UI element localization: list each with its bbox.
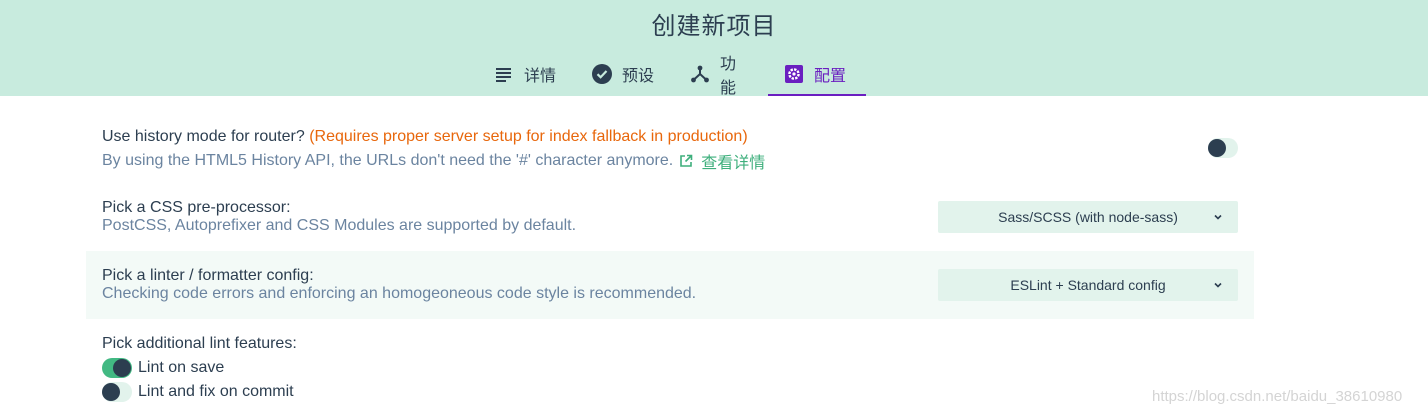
gear-icon (784, 64, 804, 84)
linter-selected-value: ESLint + Standard config (1010, 277, 1166, 293)
router-details-label: 查看详情 (701, 155, 766, 172)
router-description-line: By using the HTML5 History API, the URLs… (102, 149, 765, 173)
css-description: PostCSS, Autoprefixer and CSS Modules ar… (102, 217, 577, 234)
router-description: By using the HTML5 History API, the URLs… (102, 152, 674, 169)
check-circle-icon (592, 64, 612, 84)
toggle-knob (1208, 139, 1226, 157)
tab-features[interactable]: 功能 (674, 52, 768, 97)
lint-fix-on-commit-toggle[interactable] (102, 382, 132, 402)
tab-presets-label: 预设 (622, 66, 655, 85)
linter-option-row: Pick a linter / formatter config: Checki… (86, 251, 1254, 319)
router-option-row: Use history mode for router? (Requires p… (86, 116, 1254, 180)
chevron-down-icon (1214, 282, 1222, 288)
external-link-icon (680, 154, 693, 167)
toggle-knob (113, 359, 131, 377)
lint-on-save-toggle[interactable] (102, 358, 132, 378)
tab-bar: 详情 预设 功能 配置 (478, 52, 866, 97)
router-label-line: Use history mode for router? (Requires p… (102, 128, 748, 146)
tab-features-label: 功能 (720, 54, 737, 97)
css-preprocessor-select[interactable]: Sass/SCSS (with node-sass) (938, 201, 1238, 233)
tab-config-label: 配置 (814, 66, 847, 85)
linter-config-select[interactable]: ESLint + Standard config (938, 269, 1238, 301)
lint-fix-on-commit-label: Lint and fix on commit (138, 383, 294, 400)
router-details-link[interactable]: 查看详情 (673, 149, 765, 173)
toggle-knob (102, 383, 120, 401)
tab-presets[interactable]: 预设 (576, 52, 674, 96)
router-history-toggle[interactable] (1208, 138, 1238, 158)
router-warning: (Requires proper server setup for index … (309, 128, 748, 145)
tab-details-label: 详情 (524, 66, 557, 85)
tab-details[interactable]: 详情 (478, 52, 576, 96)
lint-on-save-label: Lint on save (138, 359, 225, 376)
fork-icon (690, 64, 710, 84)
page-header: 创建新项目 详情 预设 功能 配置 (0, 0, 1428, 97)
css-label: Pick a CSS pre-processor: (102, 199, 291, 216)
css-selected-value: Sass/SCSS (with node-sass) (998, 209, 1178, 225)
css-option-row: Pick a CSS pre-processor: PostCSS, Autop… (86, 186, 1254, 250)
page-title: 创建新项目 (651, 12, 777, 40)
tab-config[interactable]: 配置 (768, 52, 866, 96)
linter-description: Checking code errors and enforcing an ho… (102, 285, 697, 302)
chevron-down-icon (1214, 214, 1222, 220)
watermark: https://blog.csdn.net/baidu_38610980 (1152, 388, 1403, 405)
list-icon (494, 64, 514, 84)
lint-features-label: Pick additional lint features: (102, 335, 297, 352)
linter-label: Pick a linter / formatter config: (102, 267, 314, 284)
router-label: Use history mode for router? (102, 128, 305, 145)
